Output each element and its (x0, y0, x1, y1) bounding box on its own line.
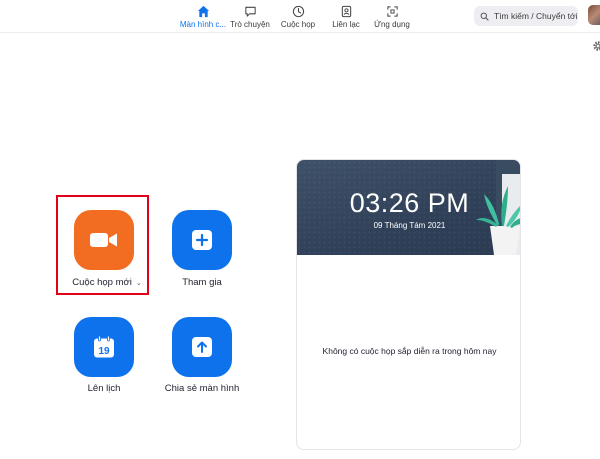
home-icon (197, 5, 209, 18)
video-camera-icon (90, 233, 117, 247)
new-meeting-label: Cuộc họp mới (72, 277, 132, 288)
share-screen-label: Chia sẻ màn hình (164, 383, 240, 394)
tab-apps[interactable]: Ứng dụng (362, 0, 422, 33)
clock-icon (292, 5, 304, 18)
tab-chat-label: Trò chuyện (230, 20, 270, 29)
new-meeting-label-row: Cuộc họp mới ⌄ (64, 277, 150, 288)
schedule-button[interactable]: 19 (74, 317, 134, 377)
avatar[interactable] (588, 5, 600, 25)
plus-icon (192, 230, 212, 250)
tab-apps-label: Ứng dụng (374, 20, 410, 29)
top-navigation-bar: Màn hình c... Trò chuyện Cuộc họp Liên l… (0, 0, 600, 33)
apps-icon (386, 6, 398, 17)
search-input[interactable]: Tìm kiếm / Chuyển tới (474, 6, 578, 26)
tab-contacts-label: Liên lạc (332, 20, 360, 29)
new-meeting-button[interactable] (74, 210, 134, 270)
current-date: 09 Tháng Tám 2021 (373, 221, 446, 230)
chat-bubble-icon (244, 6, 256, 17)
calendar-day-number: 19 (98, 346, 110, 357)
chevron-down-icon[interactable]: ⌄ (136, 280, 142, 287)
schedule-label: Lên lịch (87, 383, 121, 394)
upcoming-meetings-card: 03:26 PM 09 Tháng Tám 2021 Không có cuộc… (296, 159, 521, 450)
gear-icon[interactable] (592, 40, 600, 52)
search-placeholder: Tìm kiếm / Chuyển tới (494, 11, 578, 21)
join-button[interactable] (172, 210, 232, 270)
share-screen-button[interactable] (172, 317, 232, 377)
search-icon (480, 12, 489, 21)
current-time: 03:26 PM (349, 188, 470, 218)
tab-meetings-label: Cuộc họp (280, 20, 316, 29)
calendar-icon: 19 (94, 335, 114, 358)
clock-banner: 03:26 PM 09 Tháng Tám 2021 (297, 160, 520, 255)
join-label: Tham gia (182, 277, 222, 288)
share-arrow-icon (192, 337, 212, 357)
contact-icon (341, 5, 351, 18)
no-meetings-message: Không có cuộc họp sắp diễn ra trong hôm … (322, 346, 497, 356)
